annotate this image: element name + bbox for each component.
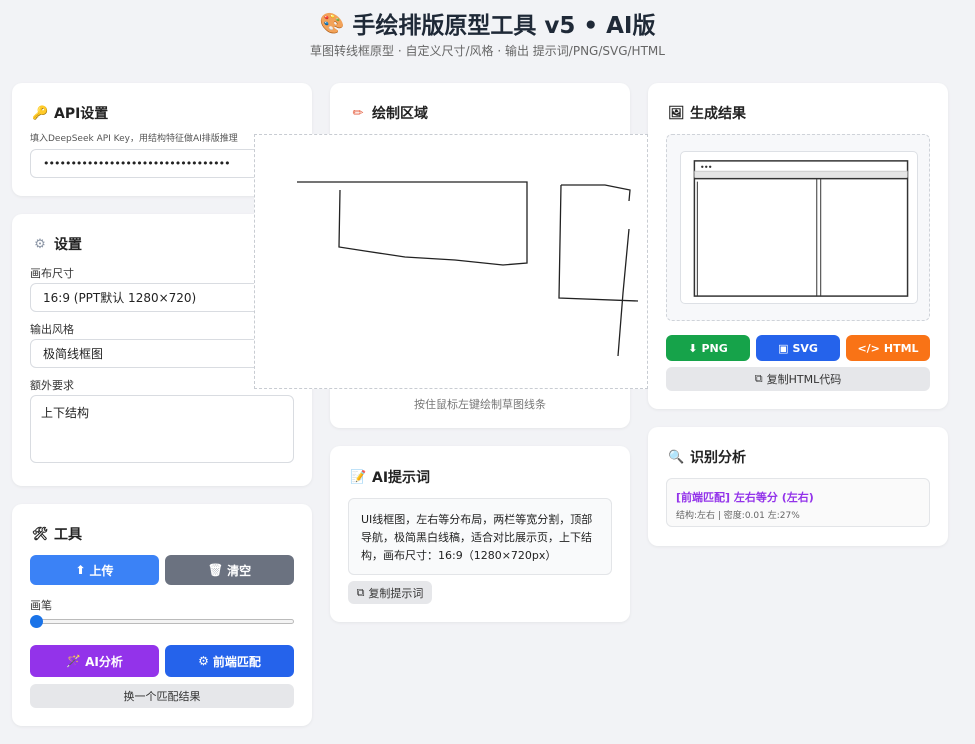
tools-title: 🛠 工具 xyxy=(32,526,82,544)
pencil-icon: ✏ xyxy=(352,105,364,121)
upload-button[interactable]: ⬆ 上传 xyxy=(30,555,159,585)
draw-hint: 按住鼠标左键绘制草图线条 xyxy=(414,398,546,411)
trash-icon: 🗑 xyxy=(207,563,224,577)
ai-analyze-button[interactable]: 🪄 AI分析 xyxy=(30,645,159,677)
tools-icon: 🛠 xyxy=(32,526,49,542)
code-icon: </> xyxy=(857,341,880,355)
page-title: 🎨 手绘排版原型工具 v5 • AI版 xyxy=(0,8,975,39)
image-icon: 🖼 xyxy=(668,105,685,121)
api-settings-title: 🔑 API设置 xyxy=(32,105,109,123)
analysis-result: [前端匹配] 左右等分 (左右) xyxy=(676,491,814,504)
download-svg-button[interactable]: ▣ SVG xyxy=(756,335,840,361)
extra-label: 额外要求 xyxy=(30,379,74,392)
canvas-size-label: 画布尺寸 xyxy=(30,267,74,280)
tools-card: 🛠 工具 ⬆ 上传 🗑 清空 画笔 🪄 AI分析 ⚙ 前端匹配 换一个匹配结果 xyxy=(12,504,312,726)
palette-icon: 🎨 xyxy=(319,11,345,35)
front-match-button[interactable]: ⚙ 前端匹配 xyxy=(165,645,294,677)
drawing-canvas[interactable] xyxy=(254,134,648,389)
copy-html-button[interactable]: ⧉ 复制HTML代码 xyxy=(666,367,930,391)
ai-prompt-text: UI线框图，左右等分布局，两栏等宽分割，顶部导航，极简黑白线稿，适合对比展示页，… xyxy=(348,498,612,575)
cogs-icon: ⚙ xyxy=(198,654,209,668)
result-card: 🖼 生成结果 ⬇ PNG ▣ SVG </> HTML ⧉ 复制HTML代码 xyxy=(648,83,948,409)
download-png-button[interactable]: ⬇ PNG xyxy=(666,335,750,361)
page-title-text: 手绘排版原型工具 v5 • AI版 xyxy=(352,13,656,39)
brush-label: 画笔 xyxy=(30,599,52,612)
next-match-button[interactable]: 换一个匹配结果 xyxy=(30,684,294,708)
extra-textarea[interactable]: 上下结构 xyxy=(30,395,294,463)
magnifier-icon: 🔍 xyxy=(668,449,685,465)
ai-prompt-card: 📝 AI提示词 UI线框图，左右等分布局，两栏等宽分割，顶部导航，极简黑白线稿，… xyxy=(330,446,630,622)
memo-icon: 📝 xyxy=(350,469,367,485)
brush-slider-track[interactable] xyxy=(30,615,294,628)
style-label: 输出风格 xyxy=(30,323,74,336)
analysis-detail: 结构:左右 | 密度:0.01 左:27% xyxy=(676,511,800,521)
page-header: 🎨 手绘排版原型工具 v5 • AI版 草图转线框原型 · 自定义尺寸/风格 ·… xyxy=(0,0,975,59)
page-subtitle: 草图转线框原型 · 自定义尺寸/风格 · 输出 提示词/PNG/SVG/HTML xyxy=(310,44,665,58)
download-html-button[interactable]: </> HTML xyxy=(846,335,930,361)
download-icon: ⬇ xyxy=(688,341,698,355)
copy-icon: ⧉ xyxy=(356,585,365,599)
api-hint: 填入DeepSeek API Key，用结构特征做AI排版推理 xyxy=(30,134,238,144)
settings-title: ⚙ 设置 xyxy=(32,234,82,254)
brush-slider-thumb[interactable] xyxy=(30,615,43,628)
sketch-strokes xyxy=(297,181,639,357)
ai-prompt-title: 📝 AI提示词 xyxy=(350,469,431,487)
result-preview xyxy=(666,134,930,321)
key-icon: 🔑 xyxy=(32,105,49,121)
clear-button[interactable]: 🗑 清空 xyxy=(165,555,294,585)
result-title: 🖼 生成结果 xyxy=(668,105,746,123)
file-icon: ▣ xyxy=(778,341,789,355)
gear-icon: ⚙ xyxy=(34,236,46,252)
magic-wand-icon: 🪄 xyxy=(66,654,82,668)
wireframe-preview xyxy=(680,151,918,304)
upload-icon: ⬆ xyxy=(75,563,86,577)
copy-prompt-button[interactable]: ⧉ 复制提示词 xyxy=(348,581,432,604)
copy-icon: ⧉ xyxy=(754,372,763,385)
draw-area-title: ✏ 绘制区域 xyxy=(350,103,428,123)
analysis-title: 🔍 识别分析 xyxy=(668,449,746,467)
analysis-box: [前端匹配] 左右等分 (左右) 结构:左右 | 密度:0.01 左:27% xyxy=(666,478,930,527)
analysis-card: 🔍 识别分析 [前端匹配] 左右等分 (左右) 结构:左右 | 密度:0.01 … xyxy=(648,427,948,546)
